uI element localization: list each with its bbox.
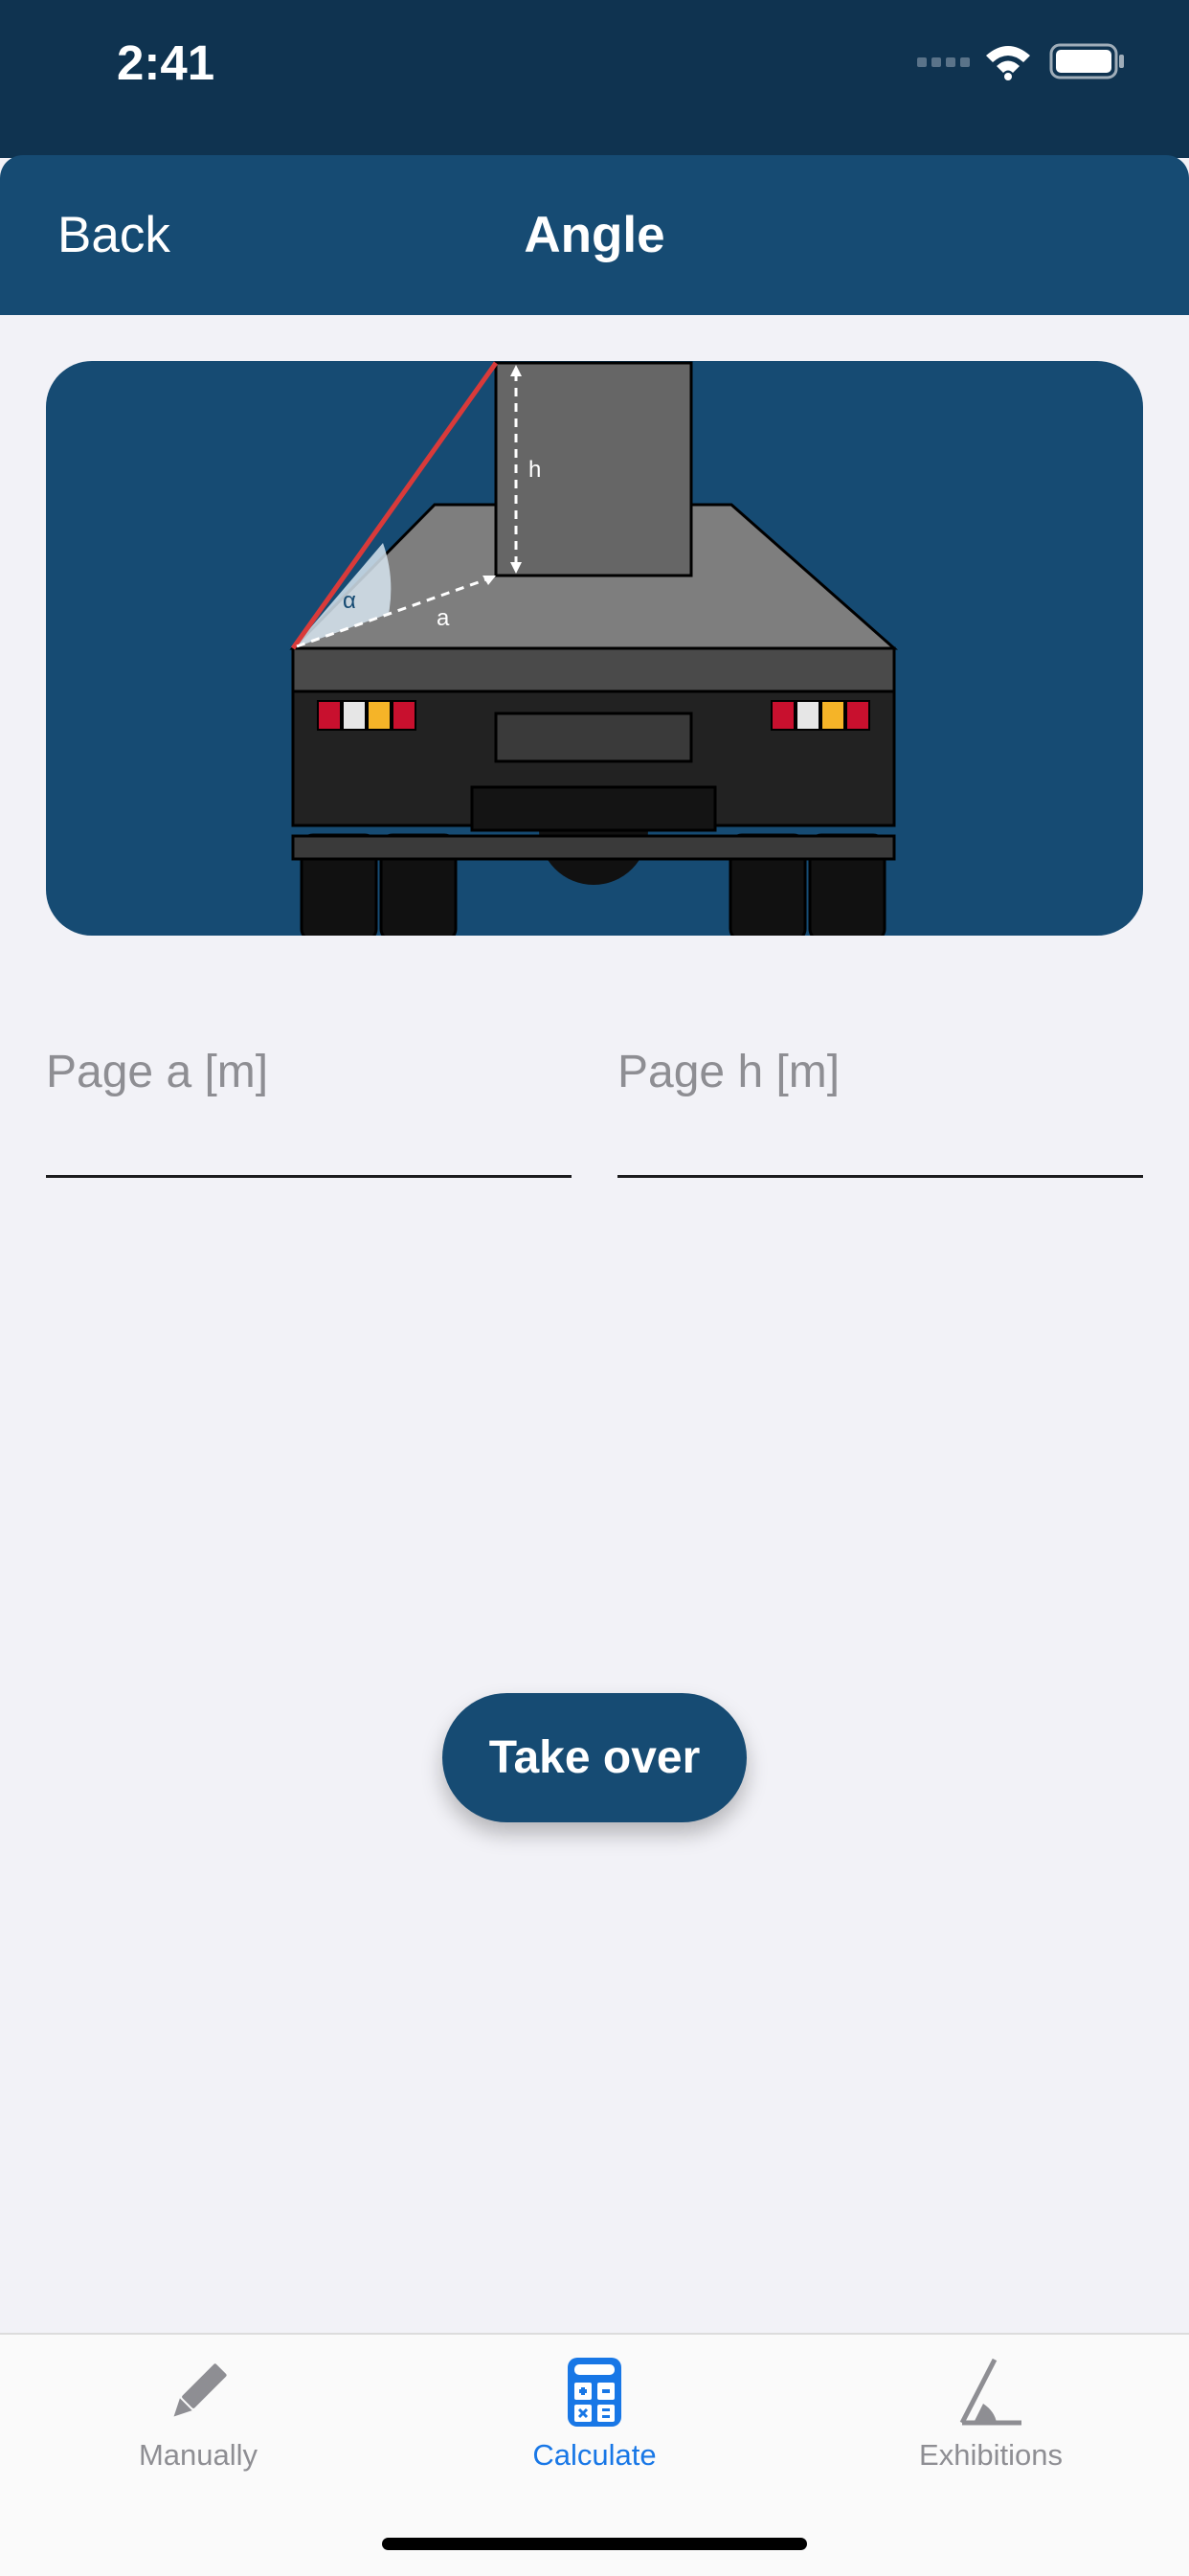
field-h-container	[617, 1006, 1143, 1182]
tab-manually[interactable]: Manually	[0, 2335, 396, 2488]
home-indicator	[382, 2538, 807, 2550]
field-a-container	[46, 1006, 572, 1182]
navigation-bar: Back Angle	[0, 155, 1189, 315]
rear-bumper	[291, 834, 896, 861]
tab-calculate[interactable]: Calculate	[396, 2335, 793, 2488]
page-a-input[interactable]	[46, 1006, 572, 1178]
status-bar: 2:41	[0, 0, 1189, 158]
calculator-icon	[568, 2358, 621, 2427]
truck-diagram: α a h	[289, 361, 898, 936]
tail-lights-left	[317, 700, 416, 731]
label-alpha: α	[343, 588, 356, 614]
status-time: 2:41	[117, 35, 215, 90]
pencil-icon	[173, 2363, 227, 2417]
status-icons	[917, 42, 1126, 80]
tab-exhibitions[interactable]: Exhibitions	[793, 2335, 1189, 2488]
tail-lights-right	[771, 700, 870, 731]
label-a: a	[437, 605, 450, 631]
load-box	[494, 361, 693, 577]
license-plate	[494, 712, 693, 763]
take-over-button[interactable]: Take over	[442, 1693, 747, 1822]
tab-label-exhibitions: Exhibitions	[919, 2438, 1063, 2472]
page-h-input[interactable]	[617, 1006, 1143, 1178]
page-title: Angle	[524, 207, 665, 263]
signal-icon	[917, 57, 970, 67]
tab-label-manually: Manually	[138, 2438, 258, 2472]
wifi-icon	[986, 46, 1030, 80]
angle-icon	[959, 2358, 1021, 2426]
tab-label-calculate: Calculate	[532, 2438, 657, 2472]
battery-icon	[1049, 43, 1124, 79]
angle-illustration: α a h	[46, 361, 1143, 936]
tab-bar: Manually Calculate Exhibitions	[0, 2333, 1189, 2576]
label-h: h	[528, 457, 541, 483]
